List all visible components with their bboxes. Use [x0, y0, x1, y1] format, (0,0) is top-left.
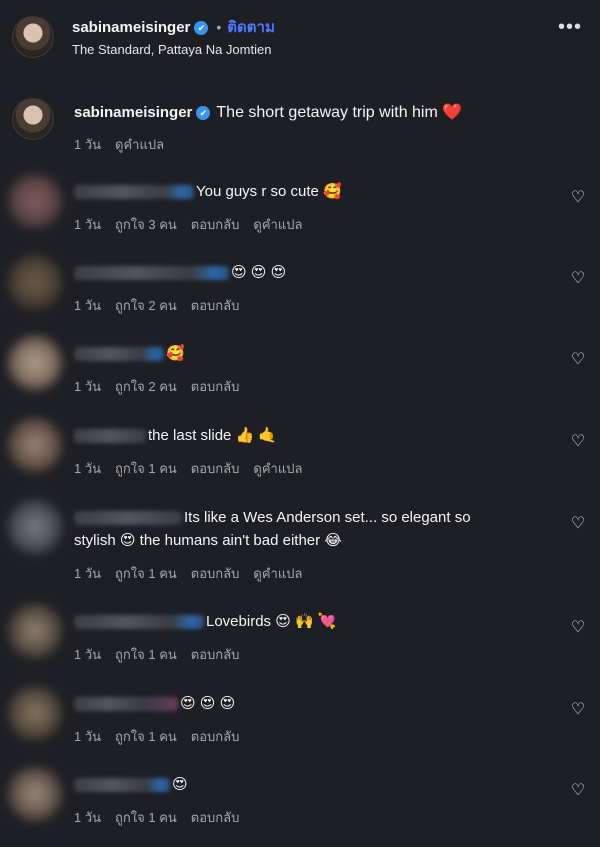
caption-translate-link[interactable]: ดูคำแปล — [115, 137, 164, 152]
commenter-avatar[interactable] — [8, 174, 62, 228]
comment-time: 1 วัน — [74, 810, 102, 825]
comment-meta: 1 วัน ถูกใจ 1 คน ตอบกลับ — [74, 807, 253, 828]
comment-text-line: You guys r so cute 🥰 — [74, 180, 514, 203]
comment-text-line: 🥰 — [74, 342, 514, 365]
comment-likes[interactable]: ถูกใจ 1 คน — [115, 647, 177, 662]
comment-meta: 1 วัน ถูกใจ 2 คน ตอบกลับ — [74, 295, 253, 316]
reply-link[interactable]: ตอบกลับ — [191, 298, 240, 313]
heart-outline-icon[interactable]: ♡ — [570, 271, 586, 287]
verified-badge-icon: ✔ — [196, 105, 211, 120]
header-title-line: sabinameisinger ✔ • ติดตาม — [72, 15, 275, 39]
heart-outline-icon[interactable]: ♡ — [570, 434, 586, 450]
separator-dot: • — [216, 19, 222, 35]
comment-time: 1 วัน — [74, 217, 102, 232]
reply-link[interactable]: ตอบกลับ — [191, 461, 240, 476]
caption-avatar[interactable] — [12, 98, 54, 140]
comment-text-line: 😍 — [74, 773, 514, 796]
reply-link[interactable]: ตอบกลับ — [191, 566, 240, 581]
comment-likes[interactable]: ถูกใจ 1 คน — [115, 566, 177, 581]
comment-likes[interactable]: ถูกใจ 1 คน — [115, 461, 177, 476]
comment-text: 😍 😍 😍 — [180, 695, 236, 712]
reply-link[interactable]: ตอบกลับ — [191, 647, 240, 662]
comment-text-line: Its like a Wes Anderson set... so elegan… — [74, 506, 514, 552]
commenter-username[interactable] — [74, 347, 164, 362]
comment-meta: 1 วัน ถูกใจ 2 คน ตอบกลับ — [74, 376, 253, 397]
caption-text: The short getaway trip with him ❤️ — [216, 104, 463, 121]
heart-outline-icon[interactable]: ♡ — [570, 702, 586, 718]
comment-meta: 1 วัน ถูกใจ 3 คน ตอบกลับ ดูคำแปล — [74, 214, 316, 235]
location-link[interactable]: The Standard, Pattaya Na Jomtien — [72, 42, 271, 57]
translate-link[interactable]: ดูคำแปล — [253, 461, 302, 476]
translate-link[interactable]: ดูคำแปล — [253, 217, 302, 232]
reply-link[interactable]: ตอบกลับ — [191, 379, 240, 394]
comment-time: 1 วัน — [74, 298, 102, 313]
commenter-avatar[interactable] — [8, 767, 62, 821]
heart-outline-icon[interactable]: ♡ — [570, 783, 586, 799]
commenter-avatar[interactable] — [8, 255, 62, 309]
reply-link[interactable]: ตอบกลับ — [191, 217, 240, 232]
comment-text-line: 😍 😍 😍 — [74, 692, 514, 715]
commenter-username[interactable] — [74, 697, 178, 712]
caption-time: 1 วัน — [74, 137, 102, 152]
verified-badge-icon: ✔ — [194, 20, 209, 35]
comment-likes[interactable]: ถูกใจ 2 คน — [115, 298, 177, 313]
comment-meta: 1 วัน ถูกใจ 1 คน ตอบกลับ ดูคำแปล — [74, 563, 316, 584]
comment-text-line: 😍 😍 😍 — [74, 261, 514, 284]
comment-time: 1 วัน — [74, 729, 102, 744]
comment-text: You guys r so cute 🥰 — [196, 183, 342, 200]
comment-text: 😍 — [172, 776, 188, 793]
heart-outline-icon[interactable]: ♡ — [570, 620, 586, 636]
more-options-icon[interactable]: ••• — [558, 16, 582, 39]
comment-meta: 1 วัน ถูกใจ 1 คน ตอบกลับ — [74, 726, 253, 747]
comment-time: 1 วัน — [74, 379, 102, 394]
commenter-avatar[interactable] — [8, 418, 62, 472]
author-avatar[interactable] — [12, 16, 54, 58]
comment-meta: 1 วัน ถูกใจ 1 คน ตอบกลับ ดูคำแปล — [74, 458, 316, 479]
comment-text: 😍 😍 😍 — [231, 264, 287, 281]
reply-link[interactable]: ตอบกลับ — [191, 810, 240, 825]
commenter-username[interactable] — [74, 185, 194, 200]
comment-text: Lovebirds 😍 🙌 💘 — [206, 613, 337, 630]
comment-text: Its like a Wes Anderson set... so elegan… — [184, 509, 471, 526]
comment-meta: 1 วัน ถูกใจ 1 คน ตอบกลับ — [74, 644, 253, 665]
comment-text: 🥰 — [166, 345, 185, 362]
caption-username[interactable]: sabinameisinger — [74, 104, 192, 121]
heart-outline-icon[interactable]: ♡ — [570, 190, 586, 206]
comment-time: 1 วัน — [74, 461, 102, 476]
commenter-avatar[interactable] — [8, 336, 62, 390]
commenter-username[interactable] — [74, 429, 146, 444]
comment-likes[interactable]: ถูกใจ 1 คน — [115, 729, 177, 744]
comment-time: 1 วัน — [74, 566, 102, 581]
comment-likes[interactable]: ถูกใจ 2 คน — [115, 379, 177, 394]
caption-meta: 1 วัน ดูคำแปล — [74, 134, 178, 155]
commenter-avatar[interactable] — [8, 604, 62, 658]
commenter-username[interactable] — [74, 778, 170, 793]
comment-likes[interactable]: ถูกใจ 3 คน — [115, 217, 177, 232]
commenter-username[interactable] — [74, 615, 204, 630]
comment-text-continued: stylish 😍 the humans ain't bad either 😂 — [74, 532, 342, 549]
comment-text-line: Lovebirds 😍 🙌 💘 — [74, 610, 514, 633]
heart-outline-icon[interactable]: ♡ — [570, 516, 586, 532]
comment-likes[interactable]: ถูกใจ 1 คน — [115, 810, 177, 825]
comment-time: 1 วัน — [74, 647, 102, 662]
commenter-avatar[interactable] — [8, 686, 62, 740]
reply-link[interactable]: ตอบกลับ — [191, 729, 240, 744]
translate-link[interactable]: ดูคำแปล — [253, 566, 302, 581]
caption-line: sabinameisinger ✔ The short getaway trip w… — [74, 102, 462, 122]
commenter-username[interactable] — [74, 511, 182, 526]
commenter-avatar[interactable] — [8, 500, 62, 554]
follow-button[interactable]: ติดตาม — [227, 19, 275, 36]
post-header: sabinameisinger ✔ • ติดตาม The Standard, Pa… — [0, 0, 600, 78]
heart-outline-icon[interactable]: ♡ — [570, 352, 586, 368]
comment-text: the last slide 👍 🤙 — [148, 427, 278, 444]
comment-text-line: the last slide 👍 🤙 — [74, 424, 514, 447]
commenter-username[interactable] — [74, 266, 229, 281]
author-username[interactable]: sabinameisinger — [72, 19, 190, 36]
